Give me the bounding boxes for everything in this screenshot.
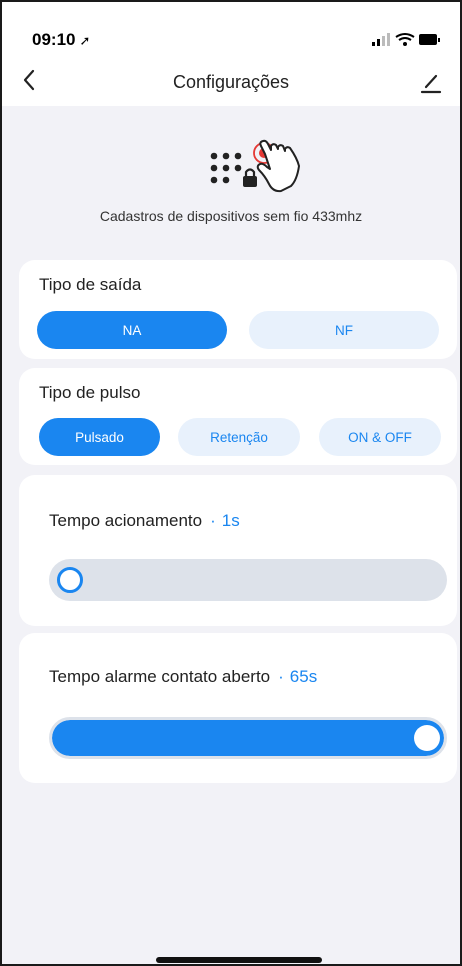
pulse-retencao-label: Retenção [210,429,268,445]
home-indicator [156,957,322,963]
pulse-type-title: Tipo de pulso [39,383,141,402]
signal-icon [372,33,390,46]
open-contact-alarm-slider[interactable] [49,717,447,759]
edit-button[interactable] [420,72,442,99]
open-contact-alarm-fill [52,720,444,756]
activation-time-thumb[interactable] [57,567,83,593]
pulse-pulsado-button[interactable]: Pulsado [39,418,160,456]
wifi-icon [395,33,415,46]
open-contact-alarm-label: Tempo alarme contato aberto · 65s [49,667,317,687]
activation-time-text: Tempo acionamento [49,511,203,530]
status-bar-time: 09:10 ➚ [32,30,90,50]
output-na-label: NA [122,322,142,338]
activation-time-label: Tempo acionamento · 1s [49,511,240,531]
status-icons [372,32,442,53]
pulse-pulsado-label: Pulsado [75,429,124,445]
pulse-type-card: Tipo de pulso Pulsado Retenção ON & OFF [19,368,457,465]
activation-time-slider[interactable] [49,559,447,601]
open-contact-alarm-text: Tempo alarme contato aberto [49,667,271,686]
output-type-card: Tipo de saída NA NF [19,260,457,359]
output-nf-button[interactable]: NF [249,311,439,349]
location-arrow-icon: ➚ [79,33,91,48]
page-title: Configurações [172,72,290,92]
edit-pencil-icon [420,74,442,94]
open-contact-alarm-separator: · [278,667,284,686]
header: 09:10 ➚ Configurações [2,2,460,106]
open-contact-alarm-value: 65s [289,667,318,686]
phone-frame: 09:10 ➚ Configurações Cadastros de dispo… [0,0,462,966]
open-contact-alarm-card: Tempo alarme contato aberto · 65s [19,633,457,783]
status-time-text: 09:10 [32,30,76,49]
activation-time-separator: · [210,511,216,530]
open-contact-alarm-thumb[interactable] [414,725,440,751]
pulse-retencao-button[interactable]: Retenção [178,418,300,456]
output-na-button[interactable]: NA [37,311,227,349]
output-type-title: Tipo de saída [39,275,142,294]
output-nf-label: NF [335,322,353,338]
activation-time-card: Tempo acionamento · 1s [19,475,457,626]
keypad-touch-icon [207,136,335,205]
battery-icon [419,34,440,45]
pulse-on-off-label: ON & OFF [348,429,412,445]
hero-caption: Cadastros de dispositivos sem fio 433mhz [99,208,363,224]
pulse-on-off-button[interactable]: ON & OFF [319,418,441,456]
activation-time-value: 1s [221,511,240,530]
